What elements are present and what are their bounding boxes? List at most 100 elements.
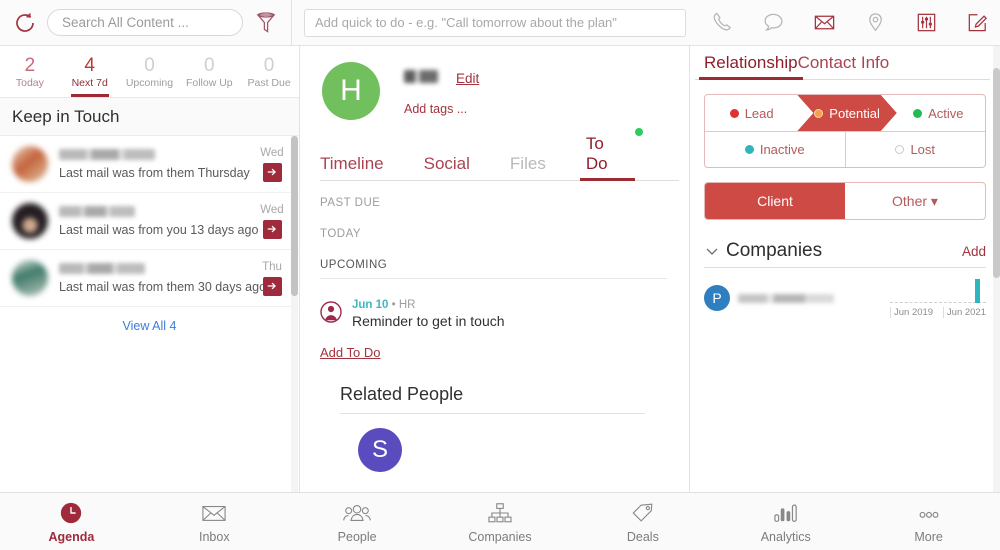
- avatar: [12, 203, 48, 239]
- avatar[interactable]: S: [358, 428, 402, 472]
- chevron-down-icon[interactable]: [704, 243, 720, 259]
- companies-add-link[interactable]: Add: [962, 244, 986, 259]
- contact-type-selector: Client Other ▾: [704, 182, 986, 220]
- toolbar-right-section: [292, 0, 1000, 45]
- agenda-tab-pastdue[interactable]: 0 Past Due: [239, 46, 299, 97]
- stage-label: Active: [928, 105, 964, 121]
- stage-option-lost[interactable]: Lost: [844, 132, 986, 167]
- ellipsis-icon: [915, 499, 943, 525]
- avatar: H: [322, 62, 380, 120]
- refresh-icon[interactable]: [12, 10, 38, 36]
- nav-item-analytics[interactable]: Analytics: [714, 493, 857, 550]
- stage-option-active[interactable]: Active: [892, 95, 985, 131]
- location-pin-icon[interactable]: [860, 8, 890, 38]
- avatar: P: [704, 285, 730, 311]
- agenda-tab-today[interactable]: 2 Today: [0, 46, 60, 97]
- contact-type-other-button[interactable]: Other ▾: [845, 183, 985, 219]
- envelope-icon: [200, 499, 228, 525]
- add-todo-link[interactable]: Add To Do: [320, 345, 667, 360]
- relationship-tabs: Relationship Contact Info: [690, 46, 1000, 80]
- nav-item-inbox[interactable]: Inbox: [143, 493, 286, 550]
- right-scrollbar-thumb[interactable]: [993, 68, 1000, 278]
- status-dot-icon: [744, 145, 754, 154]
- list-item[interactable]: Last mail was from you 13 days ago Wed: [0, 193, 299, 250]
- related-people-title: Related People: [340, 384, 645, 414]
- mail-icon[interactable]: [809, 8, 839, 38]
- left-scrollbar-thumb[interactable]: [291, 136, 298, 296]
- agenda-label: Follow Up: [185, 76, 233, 89]
- related-people-section: Related People S: [320, 360, 667, 472]
- bar-chart-icon: [772, 499, 800, 525]
- quick-todo-input[interactable]: [315, 15, 675, 30]
- list-item[interactable]: Last mail was from them 30 days ago Thu: [0, 250, 299, 307]
- todo-item[interactable]: Jun 10 • HR Reminder to get in touch: [320, 299, 667, 329]
- tab-timeline[interactable]: Timeline: [320, 154, 384, 181]
- chart-tick-start: Jun 2019: [890, 307, 933, 318]
- left-scrollbar[interactable]: [291, 136, 298, 492]
- compose-icon[interactable]: [962, 8, 992, 38]
- contact-type-client-button[interactable]: Client: [705, 183, 845, 219]
- keep-in-touch-title: Keep in Touch: [12, 106, 120, 126]
- tab-files[interactable]: Files: [510, 154, 546, 181]
- todo-item-title: Reminder to get in touch: [352, 313, 505, 329]
- agenda-count: 0: [204, 54, 215, 76]
- arrow-right-icon[interactable]: [262, 162, 282, 182]
- nav-label: People: [337, 530, 377, 544]
- detail-tabs: Timeline Social Files To Do: [300, 128, 689, 181]
- agenda-tab-followup[interactable]: 0 Follow Up: [179, 46, 239, 97]
- add-tags-link[interactable]: Add tags ...: [404, 102, 479, 116]
- search-container[interactable]: [47, 9, 243, 36]
- stage-option-lead[interactable]: Lead: [705, 95, 798, 131]
- org-chart-icon: [486, 499, 514, 525]
- funnel-filter-icon[interactable]: [253, 10, 279, 36]
- status-dot-icon: [729, 108, 739, 118]
- section-upcoming: UPCOMING: [320, 259, 667, 279]
- tab-contact-info[interactable]: Contact Info: [798, 53, 890, 80]
- list-item-text: Last mail was from them 30 days ago: [59, 262, 267, 294]
- contact-header: H Edit Add tags ...: [300, 46, 689, 134]
- list-item[interactable]: Last mail was from them Thursday Wed: [0, 136, 299, 193]
- nav-item-agenda[interactable]: Agenda: [0, 493, 143, 550]
- quick-todo-container[interactable]: [304, 8, 686, 37]
- search-input[interactable]: [62, 15, 228, 30]
- agenda-tab-upcoming[interactable]: 0 Upcoming: [120, 46, 180, 97]
- contact-name-row: Edit: [404, 70, 479, 86]
- list-item-actions: Wed: [255, 147, 289, 182]
- toolbar-icon-group: [686, 8, 992, 38]
- nav-item-more[interactable]: More: [857, 493, 1000, 550]
- stage-label: Lead: [744, 105, 774, 121]
- list-item-subtitle: Last mail was from them Thursday: [59, 165, 250, 180]
- settings-sliders-icon[interactable]: [911, 8, 941, 38]
- todo-item-owner: HR: [398, 299, 416, 311]
- tab-relationship[interactable]: Relationship: [699, 53, 803, 80]
- edit-link[interactable]: Edit: [456, 71, 479, 86]
- people-group-icon: [342, 499, 372, 525]
- todo-item-body: Jun 10 • HR Reminder to get in touch: [352, 299, 505, 329]
- view-all-link[interactable]: View All 4: [0, 307, 299, 333]
- agenda-count: 0: [263, 54, 275, 76]
- arrow-right-icon[interactable]: [262, 276, 282, 296]
- agenda-tab-next7d[interactable]: 4 Next 7d: [60, 46, 120, 97]
- avatar: [12, 260, 48, 296]
- nav-item-people[interactable]: People: [286, 493, 429, 550]
- list-item-subtitle: Last mail was from them 30 days ago: [59, 279, 267, 294]
- chat-bubble-icon[interactable]: [758, 8, 788, 38]
- stage-row-secondary: Inactive Lost: [705, 131, 985, 167]
- tab-social[interactable]: Social: [424, 154, 470, 181]
- nav-item-companies[interactable]: Companies: [429, 493, 572, 550]
- agenda-count: 0: [144, 54, 155, 76]
- right-scrollbar[interactable]: [993, 46, 1000, 492]
- tab-todo[interactable]: To Do: [579, 128, 643, 181]
- arrow-right-icon[interactable]: [262, 219, 282, 239]
- stage-option-inactive[interactable]: Inactive: [705, 132, 845, 167]
- phone-icon[interactable]: [707, 8, 737, 38]
- todo-item-meta: Jun 10 • HR: [352, 299, 505, 311]
- left-sidebar: 2 Today 4 Next 7d 0 Upcoming 0 Follow Up…: [0, 46, 300, 492]
- nav-item-deals[interactable]: Deals: [571, 493, 714, 550]
- crm-app-window: 2 Today 4 Next 7d 0 Upcoming 0 Follow Up…: [0, 0, 1000, 550]
- companies-section-header: Companies Add: [704, 240, 986, 268]
- company-row[interactable]: P Jun 2019 Jun 2021: [704, 278, 986, 318]
- list-item-day: Wed: [260, 203, 284, 216]
- status-ring-icon: [895, 145, 905, 154]
- todo-list-area: PAST DUE TODAY UPCOMING Jun 10 • HR Remi…: [300, 181, 689, 492]
